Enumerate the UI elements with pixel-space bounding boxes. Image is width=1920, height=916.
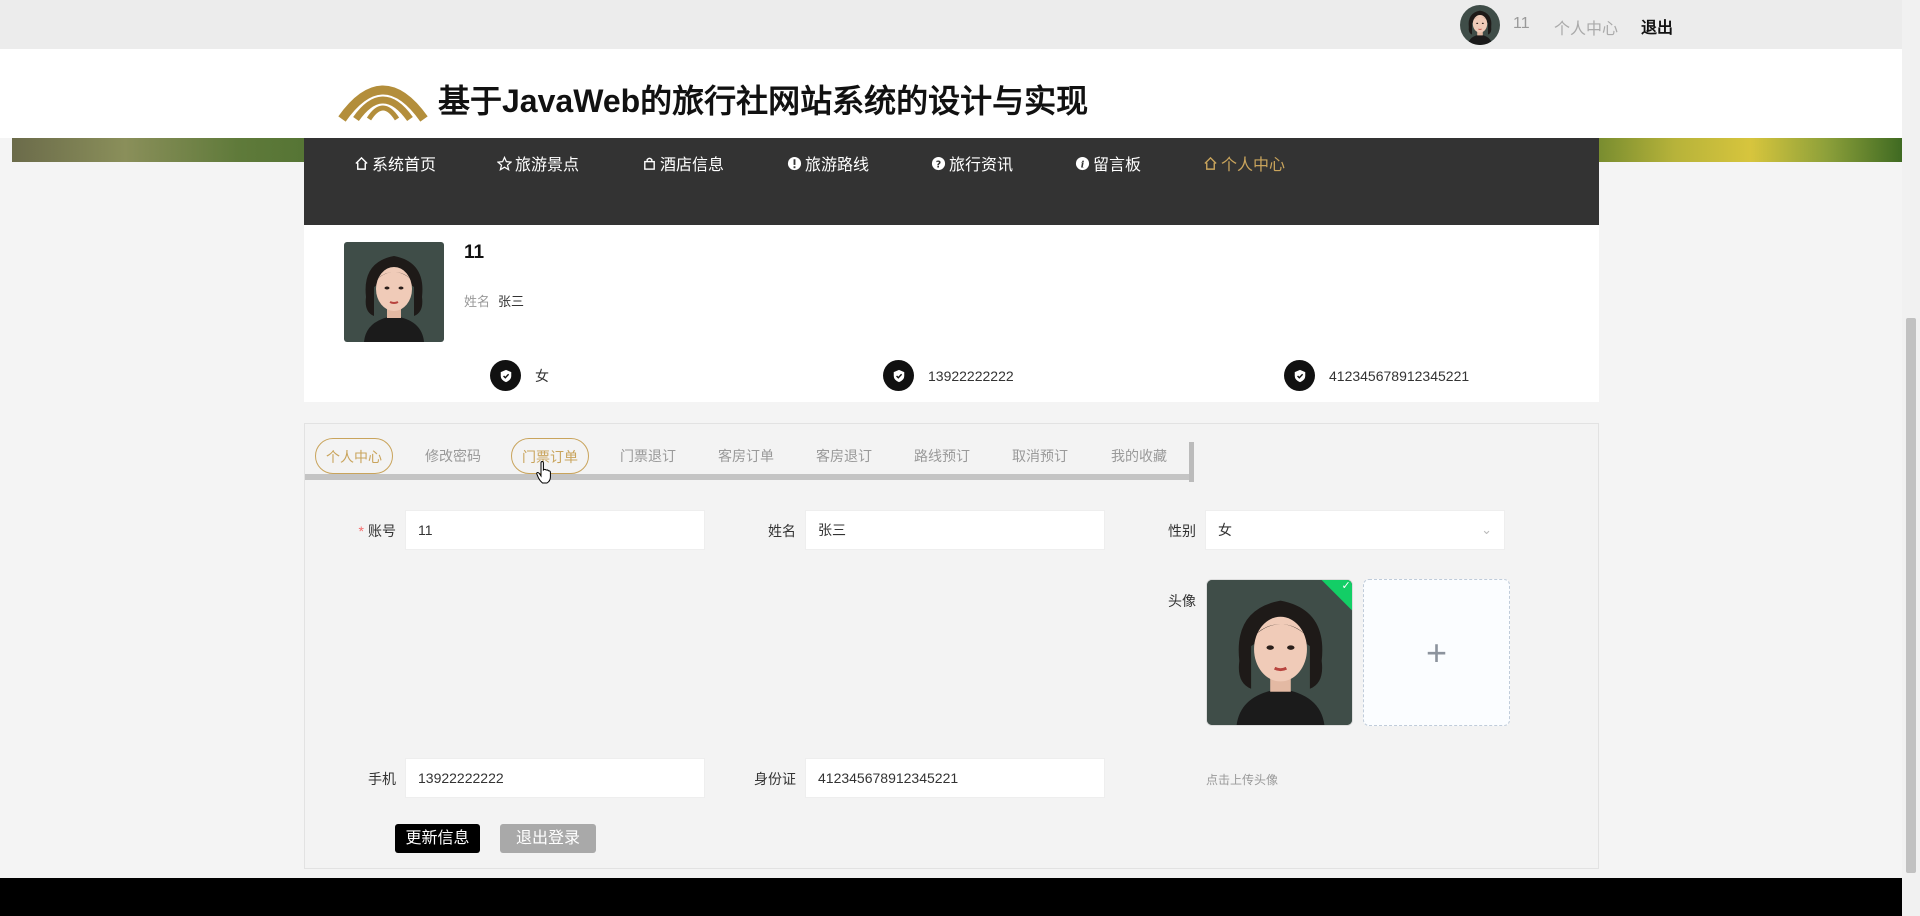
nav-item-home[interactable]: 系统首页 xyxy=(354,151,436,175)
nav-item-hotels[interactable]: 酒店信息 xyxy=(642,151,724,175)
tabs-scrollbar-vertical[interactable] xyxy=(1189,442,1194,482)
page-footer xyxy=(0,878,1902,916)
home-icon xyxy=(355,156,368,170)
nav-item-personal-center[interactable]: 个人中心 xyxy=(1203,151,1285,175)
nav-item-label: 酒店信息 xyxy=(660,157,725,174)
info-italic-icon: i xyxy=(1075,156,1090,170)
site-title: 基于JavaWeb的旅行社网站系统的设计与实现 xyxy=(438,83,1089,119)
logout-button[interactable]: 退出登录 xyxy=(500,824,596,853)
plus-icon: + xyxy=(1425,631,1448,673)
name-input[interactable]: 张三 xyxy=(805,510,1105,550)
nav-item-label: 个人中心 xyxy=(1221,157,1286,174)
nav-item-label: 旅游景点 xyxy=(515,157,580,174)
logout-link[interactable]: 退出 xyxy=(1641,14,1673,38)
shield-icon xyxy=(883,360,914,391)
profile-account: 11 xyxy=(464,242,485,263)
nav-item-label: 旅游路线 xyxy=(805,157,870,174)
tab-room-refunds[interactable]: 客房退订 xyxy=(806,438,882,474)
question-circle-icon: ? xyxy=(931,156,946,170)
nav-item-news[interactable]: ? 旅行资讯 xyxy=(931,151,1013,175)
avatar-preview[interactable]: ✓ xyxy=(1206,579,1353,726)
page-scrollbar-thumb[interactable] xyxy=(1906,318,1916,873)
profile-photo xyxy=(344,242,444,342)
personal-center-link[interactable]: 个人中心 xyxy=(1554,15,1618,39)
nav-item-message-board[interactable]: i 留言板 xyxy=(1075,151,1141,175)
profile-phone: 13922222222 xyxy=(883,360,1014,391)
tab-personal-center[interactable]: 个人中心 xyxy=(315,438,393,474)
nav-item-attractions[interactable]: 旅游景点 xyxy=(497,151,579,175)
star-icon xyxy=(497,155,512,171)
tabs-scrollbar-horizontal[interactable] xyxy=(305,474,1189,480)
tab-favorites[interactable]: 我的收藏 xyxy=(1101,438,1177,474)
site-logo xyxy=(338,85,428,122)
tab-route-bookings[interactable]: 路线预订 xyxy=(904,438,980,474)
nav-item-routes[interactable]: 旅游路线 xyxy=(787,151,869,175)
idcard-input[interactable]: 412345678912345221 xyxy=(805,758,1105,798)
profile-phone-value: 13922222222 xyxy=(928,367,1014,384)
hand-cursor-icon xyxy=(536,461,551,484)
tab-ticket-refunds[interactable]: 门票退订 xyxy=(610,438,686,474)
tab-change-password[interactable]: 修改密码 xyxy=(415,438,491,474)
main-nav: 系统首页 旅游景点 酒店信息 旅游路线 ? 旅行资讯 i 留言板 个人中心 xyxy=(304,138,1599,225)
profile-gender-value: 女 xyxy=(535,367,549,384)
account-input[interactable]: 11 xyxy=(405,510,705,550)
upload-tip: 点击上传头像 xyxy=(1206,773,1279,787)
profile-idcard-value: 412345678912345221 xyxy=(1329,367,1470,384)
svg-text:i: i xyxy=(1081,159,1085,170)
center-tabs: 个人中心 修改密码 门票订单 门票退订 客房订单 客房退订 路线预订 取消预订 … xyxy=(305,432,1194,482)
home-icon xyxy=(1204,156,1217,170)
profile-idcard: 412345678912345221 xyxy=(1284,360,1469,391)
avatar-label: 头像 xyxy=(1168,593,1196,609)
profile-name-label: 姓名 xyxy=(464,294,491,309)
username-label[interactable]: 11 xyxy=(1513,15,1530,33)
tab-cancel-bookings[interactable]: 取消预订 xyxy=(1002,438,1078,474)
user-center-panel: 个人中心 修改密码 门票订单 门票退订 客房订单 客房退订 路线预订 取消预订 … xyxy=(304,423,1599,869)
user-avatar[interactable] xyxy=(1460,5,1500,45)
phone-input[interactable]: 13922222222 xyxy=(405,758,705,798)
chevron-down-icon: ⌄ xyxy=(1481,522,1492,537)
gender-selected-value: 女 xyxy=(1218,522,1232,538)
profile-gender: 女 xyxy=(490,360,549,391)
shield-icon xyxy=(490,360,521,391)
bag-icon xyxy=(644,157,655,170)
nav-item-label: 旅行资讯 xyxy=(949,157,1014,174)
site-header: 基于JavaWeb的旅行社网站系统的设计与实现 xyxy=(0,49,1902,138)
shield-icon xyxy=(1284,360,1315,391)
update-info-button[interactable]: 更新信息 xyxy=(395,824,480,853)
svg-text:?: ? xyxy=(936,159,941,170)
upload-avatar-button[interactable]: + xyxy=(1363,579,1510,726)
info-circle-icon xyxy=(787,156,802,170)
profile-card: 11 姓名 张三 女 13922222222 41234567891234522… xyxy=(304,225,1599,402)
phone-label: 手机 xyxy=(368,771,396,787)
top-user-bar: 11 个人中心 退出 xyxy=(0,0,1902,49)
tab-room-orders[interactable]: 客房订单 xyxy=(708,438,784,474)
gender-label: 性别 xyxy=(1168,523,1196,539)
idcard-label: 身份证 xyxy=(754,771,796,787)
nav-item-label: 系统首页 xyxy=(372,157,437,174)
nav-item-label: 留言板 xyxy=(1093,157,1142,174)
gender-select[interactable]: 女 ⌄ xyxy=(1205,510,1505,550)
profile-name-value: 张三 xyxy=(498,294,525,309)
account-label: * 账号 xyxy=(358,523,396,539)
name-label: 姓名 xyxy=(768,523,796,539)
